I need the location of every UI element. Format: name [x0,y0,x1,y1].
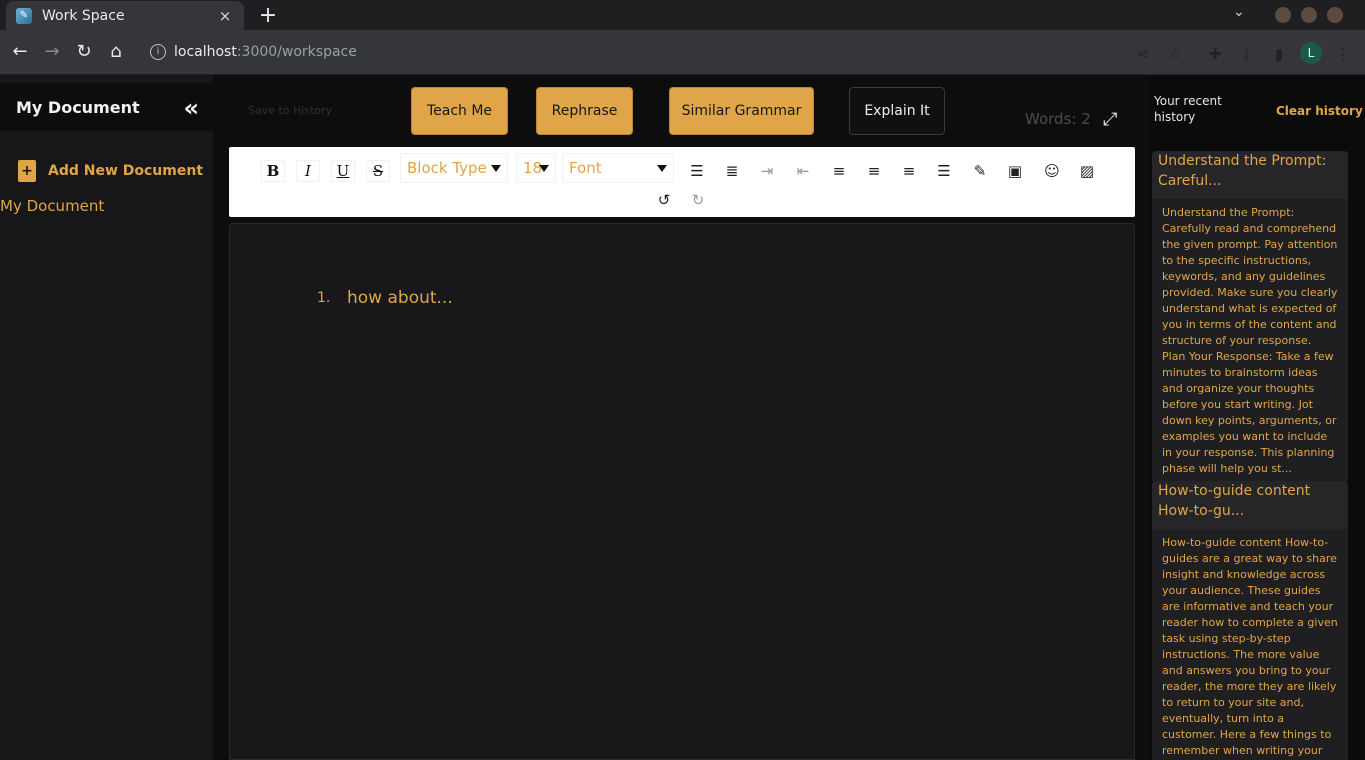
editor-content[interactable]: 1. how about... [229,223,1135,760]
explain-it-button[interactable]: Explain It [849,87,945,135]
history-card-title: Understand the Prompt: Careful... [1158,153,1327,189]
close-tab-icon[interactable]: × [216,7,234,25]
sidebar-item-my-document[interactable]: My Document [0,197,104,215]
align-left-icon[interactable]: ≡ [828,160,850,182]
new-tab-icon[interactable]: + [256,3,280,28]
add-document-icon: + [18,160,36,182]
add-new-document-button[interactable]: + Add New Document [18,160,203,182]
align-right-icon[interactable]: ≡ [898,160,920,182]
address-input[interactable]: i localhost :3000/workspace [140,37,1180,67]
align-justify-icon[interactable]: ☰ [933,160,955,182]
share-icon[interactable]: ⋖ [1132,43,1154,65]
add-new-document-label: Add New Document [48,163,204,179]
list-item-text[interactable]: how about... [347,288,453,308]
similar-grammar-button[interactable]: Similar Grammar [669,87,814,135]
download-icon[interactable]: ⤓ [1236,43,1258,65]
browser-tab[interactable]: ✎ Work Space × [6,1,244,30]
history-header: Your recent history [1154,94,1222,124]
url-path: :3000/workspace [236,44,357,60]
block-type-value: Block Type [407,159,487,177]
workspace-app: My Document « + Add New Document My Docu… [0,75,1365,760]
minimize-window-icon[interactable] [1275,7,1291,23]
image-icon[interactable]: ▨ [1076,160,1098,182]
sidebar-header: My Document « [0,83,213,131]
back-icon[interactable]: ← [8,40,32,64]
document-sidebar: My Document « + Add New Document My Docu… [0,75,213,760]
unordered-list-icon[interactable]: ☰ [686,160,708,182]
sidebar-title: My Document [16,97,140,117]
bookmark-star-icon[interactable]: ☆ [1164,43,1186,65]
fullscreen-icon[interactable]: ⤢ [1103,109,1117,130]
extensions-icon[interactable]: ✚ [1204,43,1226,65]
chevron-down-icon [539,165,549,172]
save-to-history-button[interactable]: Save to History [248,104,332,117]
site-info-icon[interactable]: i [150,44,166,60]
history-panel: Your recent history Clear history Unders… [1150,75,1365,760]
italic-button[interactable]: I [296,160,320,182]
editor-toolbar: B I U S Block Type 18 Font ☰ ≣ ⇥ ⇤ ≡ ≡ ≡ [229,147,1135,217]
undo-icon[interactable]: ↺ [653,189,675,211]
font-family-value: Font [569,159,602,177]
favicon-icon: ✎ [16,7,32,24]
editor-area: Save to History Teach Me Rephrase Simila… [213,75,1150,760]
side-panel-icon[interactable]: ▮ [1268,43,1290,65]
tab-search-chevron-icon[interactable]: ⌄ [1233,4,1245,20]
emoji-icon[interactable]: ☺ [1041,160,1063,182]
font-family-select[interactable]: Font [562,153,674,183]
history-card-body: Understand the Prompt: Carefully read an… [1152,199,1348,481]
list-item-number: 1. [317,290,331,306]
block-type-select[interactable]: Block Type [400,153,508,183]
align-center-icon[interactable]: ≡ [863,160,885,182]
close-window-icon[interactable] [1327,7,1343,23]
history-card[interactable]: Understand the Prompt: Careful... Unders… [1152,151,1348,481]
outdent-icon[interactable]: ⇤ [792,160,814,182]
chevron-down-icon [491,165,501,172]
history-card-title: How-to-guide content How-to-gu... [1158,483,1311,519]
teach-me-button[interactable]: Teach Me [411,87,508,135]
collapse-sidebar-icon[interactable]: « [183,94,199,122]
tab-title: Work Space [42,7,125,24]
ordered-list-icon[interactable]: ≣ [721,160,743,182]
forward-icon[interactable]: → [40,40,64,64]
home-icon[interactable]: ⌂ [104,40,128,64]
browser-menu-icon[interactable]: ⋮ [1332,43,1354,65]
profile-avatar[interactable]: L [1300,42,1322,64]
strikethrough-button[interactable]: S [366,160,390,182]
word-count: Words: 2 [1025,110,1091,128]
browser-toolbar: ← → ↻ ⌂ i localhost :3000/workspace ⋖ ☆ … [0,30,1365,75]
history-card[interactable]: How-to-guide content How-to-gu... How-to… [1152,481,1348,760]
embed-icon[interactable]: ▣ [1004,160,1026,182]
redo-icon[interactable]: ↻ [687,189,709,211]
reload-icon[interactable]: ↻ [72,40,96,64]
bold-button[interactable]: B [261,160,285,182]
clear-history-button[interactable]: Clear history [1276,104,1363,118]
font-size-select[interactable]: 18 [516,153,556,183]
history-card-body: How-to-guide content How-to-guides are a… [1152,529,1348,760]
underline-button[interactable]: U [331,160,355,182]
browser-tab-strip: ✎ Work Space × + ⌄ [0,0,1365,30]
color-picker-icon[interactable]: ✎ [969,160,991,182]
chevron-down-icon [657,165,667,172]
indent-icon[interactable]: ⇥ [756,160,778,182]
rephrase-button[interactable]: Rephrase [536,87,633,135]
url-host: localhost [174,44,237,60]
maximize-window-icon[interactable] [1301,7,1317,23]
